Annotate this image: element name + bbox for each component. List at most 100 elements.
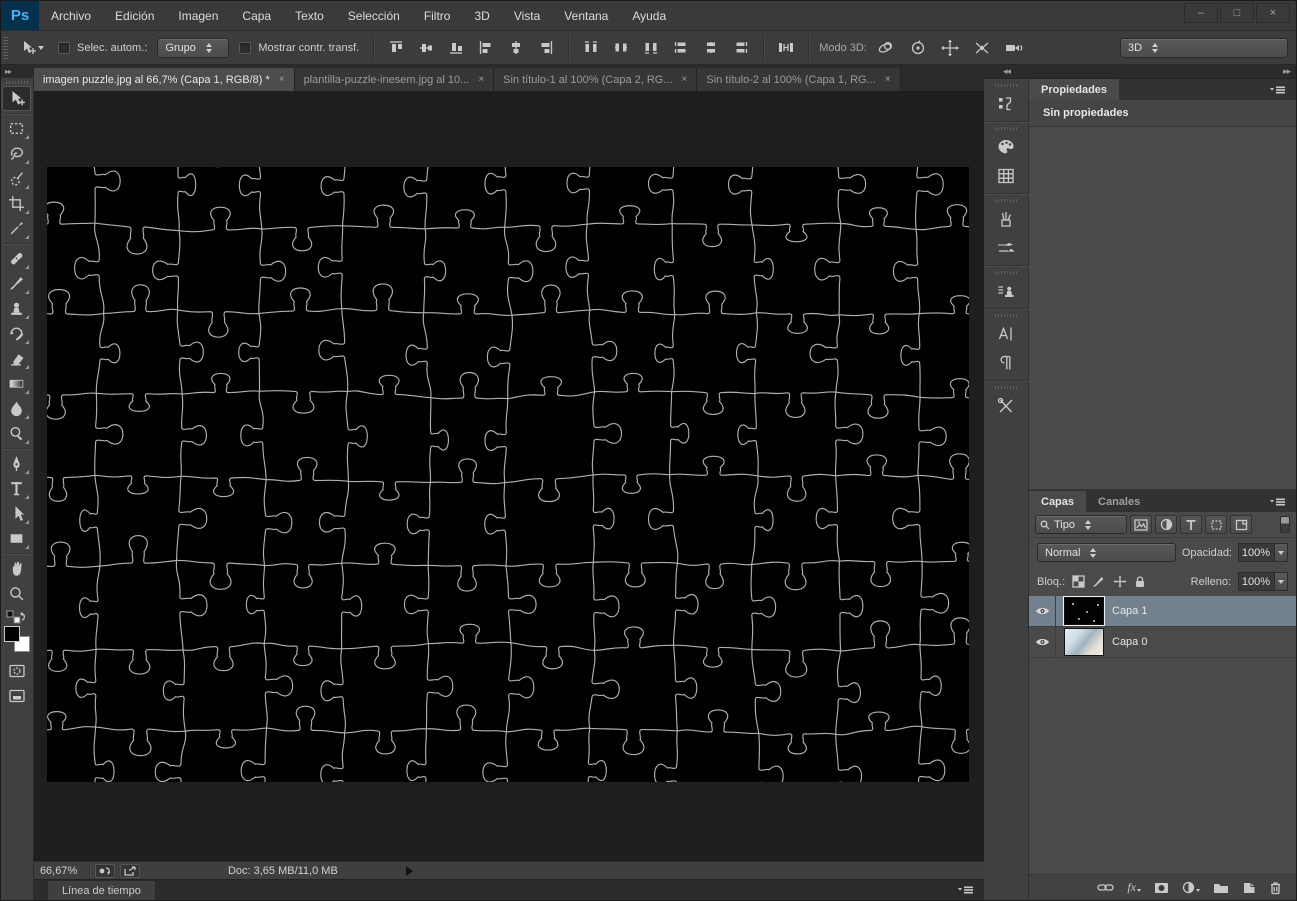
maximize-button[interactable]: □ xyxy=(1220,3,1254,23)
menu-capa[interactable]: Capa xyxy=(230,1,283,31)
spot-healing-brush-tool[interactable] xyxy=(2,246,31,271)
menu-ayuda[interactable]: Ayuda xyxy=(620,1,678,31)
menu-filtro[interactable]: Filtro xyxy=(412,1,463,31)
canvas-workspace[interactable] xyxy=(34,91,984,861)
lasso-tool[interactable] xyxy=(2,141,31,166)
document-tab-2[interactable]: plantilla-puzzle-inesem.jpg al 10... × xyxy=(295,68,495,91)
clone-source-panel-icon[interactable] xyxy=(988,277,1024,304)
move-tool-preset-button[interactable] xyxy=(16,38,48,58)
tools-collapse-button[interactable]: ▸▸ xyxy=(1,65,33,78)
distribute-horizontal-centers-button[interactable] xyxy=(699,37,723,59)
fill-dropdown-button[interactable] xyxy=(1274,572,1288,591)
align-right-edges-button[interactable] xyxy=(534,37,558,59)
workspace-dropdown[interactable]: 3D xyxy=(1120,38,1288,58)
path-selection-tool[interactable] xyxy=(2,501,31,526)
new-group-icon[interactable] xyxy=(1213,882,1229,894)
filter-on-off-toggle[interactable] xyxy=(1280,516,1290,533)
3d-roll-icon[interactable] xyxy=(905,37,931,59)
blur-tool[interactable] xyxy=(2,396,31,421)
3d-rotate-icon[interactable] xyxy=(873,37,899,59)
timeline-menu-icon[interactable] xyxy=(957,885,974,895)
opacity-dropdown-button[interactable] xyxy=(1274,543,1288,562)
marquee-tool[interactable] xyxy=(2,116,31,141)
properties-menu-icon[interactable] xyxy=(1269,85,1286,95)
minimize-button[interactable]: – xyxy=(1184,3,1218,23)
tool-presets-panel-icon[interactable] xyxy=(988,234,1024,261)
tab-canales[interactable]: Canales xyxy=(1086,491,1152,512)
status-arrow-icon[interactable] xyxy=(406,866,413,876)
dock-grip[interactable] xyxy=(995,314,1017,317)
link-layers-icon[interactable] xyxy=(1097,883,1114,892)
document-tab-1[interactable]: imagen puzzle.jpg al 66,7% (Capa 1, RGB/… xyxy=(34,68,295,91)
align-bottom-edges-button[interactable] xyxy=(444,37,468,59)
layer-thumbnail[interactable] xyxy=(1064,597,1104,625)
show-transform-checkbox-group[interactable]: Mostrar contr. transf. xyxy=(235,40,363,56)
quick-mask-button[interactable] xyxy=(2,658,31,683)
timeline-tab[interactable]: Línea de tiempo xyxy=(47,880,156,900)
brush-presets-panel-icon[interactable] xyxy=(988,205,1024,232)
new-adjustment-layer-icon[interactable] xyxy=(1182,881,1200,894)
filter-smart-objects-icon[interactable] xyxy=(1230,515,1252,534)
auto-select-checkbox[interactable] xyxy=(58,42,70,54)
dock-grip[interactable] xyxy=(995,84,1017,87)
blend-mode-dropdown[interactable]: Normal xyxy=(1037,543,1176,562)
distribute-right-edges-button[interactable] xyxy=(729,37,753,59)
tab-close-icon[interactable]: × xyxy=(885,74,891,85)
distribute-left-edges-button[interactable] xyxy=(669,37,693,59)
hand-tool[interactable] xyxy=(2,556,31,581)
foreground-color-swatch[interactable] xyxy=(4,626,20,642)
color-panel-icon[interactable] xyxy=(988,133,1024,160)
gradient-tool[interactable] xyxy=(2,371,31,396)
sync-settings-icon[interactable] xyxy=(95,864,115,878)
swap-colors-icon[interactable] xyxy=(6,610,28,624)
delete-layer-icon[interactable] xyxy=(1269,881,1282,895)
tools-extensions-panel-icon[interactable] xyxy=(988,392,1024,419)
3d-pan-icon[interactable] xyxy=(937,37,963,59)
history-panel-icon[interactable] xyxy=(988,90,1024,117)
dock-grip[interactable] xyxy=(995,386,1017,389)
align-horizontal-centers-button[interactable] xyxy=(504,37,528,59)
character-panel-icon[interactable] xyxy=(988,320,1024,347)
menu-imagen[interactable]: Imagen xyxy=(166,1,230,31)
layer-thumbnail[interactable] xyxy=(1064,628,1104,656)
layer-name[interactable]: Capa 1 xyxy=(1112,605,1147,617)
tab-close-icon[interactable]: × xyxy=(279,74,285,85)
layers-menu-icon[interactable] xyxy=(1269,497,1286,507)
history-brush-tool[interactable] xyxy=(2,321,31,346)
fill-value[interactable]: 100% xyxy=(1238,572,1274,591)
quick-selection-tool[interactable] xyxy=(2,166,31,191)
3d-slide-icon[interactable] xyxy=(969,37,995,59)
layer-visibility-toggle[interactable] xyxy=(1029,627,1056,657)
zoom-level-field[interactable]: 66,67% xyxy=(34,862,90,879)
lock-pixels-icon[interactable] xyxy=(1092,575,1106,588)
align-left-edges-button[interactable] xyxy=(474,37,498,59)
menu-edicion[interactable]: Edición xyxy=(103,1,166,31)
new-layer-icon[interactable] xyxy=(1242,881,1256,894)
swatches-panel-icon[interactable] xyxy=(988,162,1024,189)
layer-style-fx-icon[interactable]: fx xyxy=(1127,880,1141,895)
foreground-background-swatches[interactable] xyxy=(4,626,30,652)
menu-texto[interactable]: Texto xyxy=(283,1,336,31)
menu-3d[interactable]: 3D xyxy=(462,1,501,31)
show-transform-checkbox[interactable] xyxy=(239,42,251,54)
document-size-info[interactable]: Doc: 3,65 MB/11,0 MB xyxy=(228,865,338,877)
export-icon[interactable] xyxy=(120,864,140,878)
distribute-bottom-edges-button[interactable] xyxy=(639,37,663,59)
layer-visibility-toggle[interactable] xyxy=(1029,596,1056,626)
lock-position-icon[interactable] xyxy=(1113,575,1127,588)
filter-adjustment-layers-icon[interactable] xyxy=(1155,515,1177,534)
dock-expand-icon[interactable]: ◂◂ xyxy=(984,66,1029,77)
document-tab-3[interactable]: Sin título-1 al 100% (Capa 2, RG... × xyxy=(494,68,697,91)
tab-propiedades[interactable]: Propiedades xyxy=(1029,79,1119,100)
close-button[interactable]: × xyxy=(1256,3,1290,23)
tools-grip[interactable] xyxy=(6,81,28,84)
3d-camera-icon[interactable] xyxy=(1001,37,1027,59)
rectangle-tool[interactable] xyxy=(2,526,31,551)
filter-type-layers-icon[interactable] xyxy=(1180,515,1202,534)
dock-grip[interactable] xyxy=(995,199,1017,202)
menu-ventana[interactable]: Ventana xyxy=(552,1,620,31)
tab-capas[interactable]: Capas xyxy=(1029,491,1086,512)
align-top-edges-button[interactable] xyxy=(384,37,408,59)
add-layer-mask-icon[interactable] xyxy=(1154,882,1169,894)
opacity-value[interactable]: 100% xyxy=(1238,543,1274,562)
